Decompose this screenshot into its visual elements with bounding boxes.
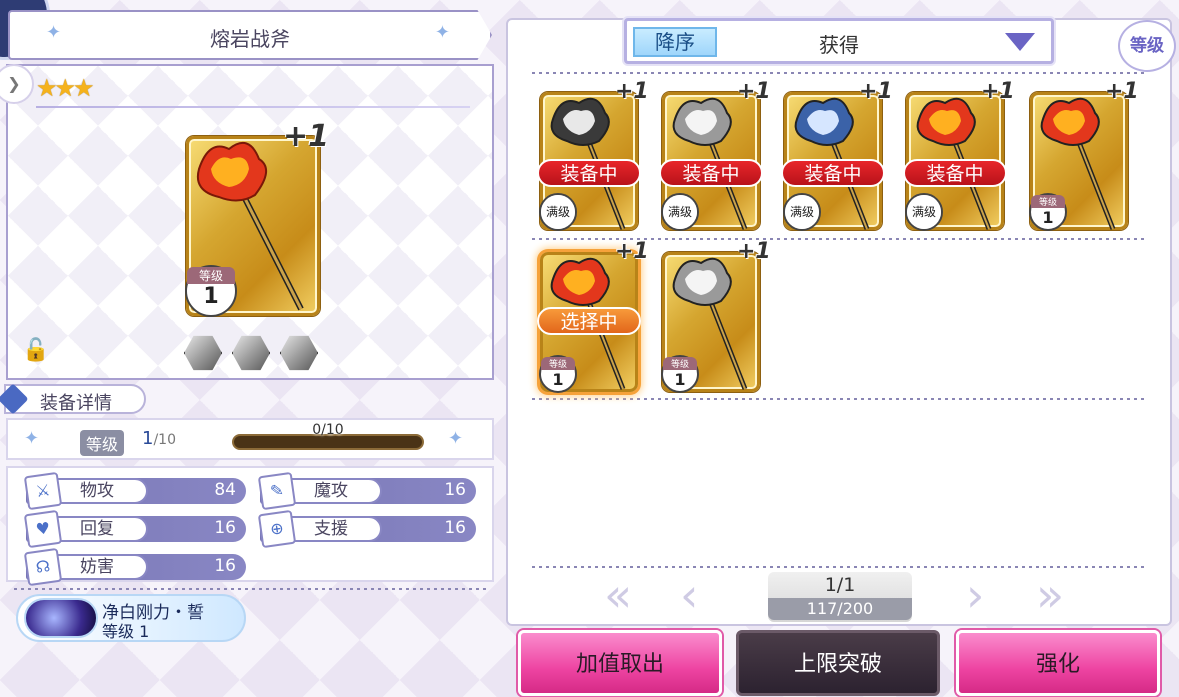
plus-label: +1 bbox=[737, 79, 771, 104]
divider bbox=[14, 588, 486, 590]
level-badge-label: 满级 bbox=[541, 195, 575, 229]
level-badge: 满级 bbox=[905, 193, 943, 231]
equipment-card[interactable]: +1 装备中满级 bbox=[903, 79, 1015, 231]
sparkle-icon: ✦ bbox=[434, 22, 450, 43]
preview-card: +1 等级 1 bbox=[185, 119, 329, 317]
plus-label: +1 bbox=[859, 79, 893, 104]
page-number: 1/1 bbox=[824, 574, 856, 596]
equipped-badge: 装备中 bbox=[903, 159, 1007, 187]
item-count: 117/200 bbox=[768, 598, 912, 620]
level-row: ✦ 等级 1/10 0/10 ✦ bbox=[6, 418, 494, 460]
stat-support: 支援 ⊕ 16 bbox=[257, 509, 476, 549]
divider bbox=[532, 398, 1148, 400]
withdraw-plus-button[interactable]: 加值取出 bbox=[518, 630, 722, 696]
limit-break-button[interactable]: 上限突破 bbox=[736, 630, 940, 696]
stat-recovery: 回复 ♥ 16 bbox=[23, 509, 246, 549]
equipped-badge: 装备中 bbox=[659, 159, 763, 187]
level-badge: 满级 bbox=[783, 193, 821, 231]
target-icon: ⊕ bbox=[257, 509, 297, 549]
plus-label: +1 bbox=[981, 79, 1015, 104]
level-badge: 等级 1 bbox=[661, 355, 699, 393]
equipped-badge: 装备中 bbox=[537, 159, 641, 187]
equipment-preview: ★★★ +1 等级 1 🔓 bbox=[6, 64, 494, 380]
level-badge-label: 满级 bbox=[663, 195, 697, 229]
prev-page-icon[interactable]: ‹ bbox=[680, 572, 698, 618]
next-page-icon[interactable]: › bbox=[966, 572, 984, 618]
level-tag: 等级 bbox=[80, 430, 125, 456]
equipment-card[interactable]: +1 装备中满级 bbox=[537, 79, 649, 231]
enhance-button[interactable]: 强化 bbox=[956, 630, 1160, 696]
equipment-card[interactable]: +1 装备中满级 bbox=[659, 79, 771, 231]
gem-slot[interactable] bbox=[184, 335, 222, 371]
rarity-stars: ★★★ bbox=[36, 74, 95, 102]
sort-criteria[interactable]: 获得 bbox=[627, 29, 1051, 58]
skill-level: 等级 1 bbox=[102, 622, 150, 641]
level-badge-value: 1 bbox=[674, 370, 686, 389]
sort-bar[interactable]: 降序 获得 bbox=[624, 18, 1054, 64]
plus-label: +1 bbox=[615, 79, 649, 104]
equipment-card[interactable]: +1 选择中等级 1 bbox=[537, 239, 649, 393]
section-header-label: 装备详情 bbox=[40, 393, 112, 414]
plus-label: +1 bbox=[283, 119, 330, 154]
first-page-icon[interactable]: « bbox=[604, 572, 632, 618]
equipment-details-icon bbox=[0, 383, 29, 415]
page-indicator: 1/1 117/200 bbox=[768, 572, 912, 622]
stat-magic-attack: 魔攻 ✎ 16 bbox=[257, 471, 476, 511]
level-badge-label: 等级 bbox=[541, 357, 575, 370]
equipment-card[interactable]: +1 等级 1 bbox=[1029, 79, 1139, 231]
level-badge: 等级 1 bbox=[1029, 193, 1067, 231]
level-badge-value: 1 bbox=[552, 370, 564, 389]
sparkle-icon: ✦ bbox=[24, 428, 40, 449]
selected-badge: 选择中 bbox=[537, 307, 641, 335]
sword-icon: ⚔ bbox=[23, 471, 63, 511]
level-filter-button[interactable]: 等级 bbox=[1118, 20, 1176, 72]
level-badge-label: 满级 bbox=[785, 195, 819, 229]
stats-panel: 物攻 ⚔ 84 魔攻 ✎ 16 回复 ♥ 16 支援 ⊕ 16 妨害 ☊ 16 bbox=[6, 466, 494, 587]
skill-icon bbox=[24, 598, 98, 638]
skill-badge[interactable]: 净白刚力・誓 等级 1 bbox=[16, 594, 246, 642]
level-badge-label: 等级 bbox=[187, 267, 235, 284]
level-badge: 满级 bbox=[539, 193, 577, 231]
exp-text: 0/10 bbox=[312, 422, 344, 438]
level-badge-value: 1 bbox=[1042, 208, 1054, 227]
plus-label: +1 bbox=[737, 239, 771, 264]
level-badge-label: 等级 bbox=[663, 357, 697, 370]
equipped-badge: 装备中 bbox=[781, 159, 885, 187]
gem-slot[interactable] bbox=[280, 335, 318, 371]
divider bbox=[36, 106, 470, 108]
plus-label: +1 bbox=[615, 239, 649, 264]
stat-disrupt: 妨害 ☊ 16 bbox=[23, 547, 246, 587]
gem-slot[interactable] bbox=[232, 335, 270, 371]
equipment-title: 熔岩战斧 bbox=[210, 27, 290, 51]
sparkle-icon: ✦ bbox=[448, 428, 464, 449]
stat-physical-attack: 物攻 ⚔ 84 bbox=[23, 471, 246, 511]
level-badge-label: 满级 bbox=[907, 195, 941, 229]
last-page-icon[interactable]: » bbox=[1036, 572, 1064, 618]
level-badge: 满级 bbox=[661, 193, 699, 231]
level-badge: 等级 1 bbox=[539, 355, 577, 393]
section-header: 装备详情 bbox=[0, 383, 146, 415]
title-bar: ✦ 熔岩战斧 ✦ bbox=[8, 10, 492, 60]
level-badge: 等级 1 bbox=[185, 265, 237, 317]
equipment-card[interactable]: +1 装备中满级 bbox=[781, 79, 893, 231]
heart-icon: ♥ bbox=[23, 509, 63, 549]
divider bbox=[532, 72, 1148, 74]
level-badge-value: 1 bbox=[203, 284, 219, 309]
wand-icon: ✎ bbox=[257, 471, 297, 511]
level-badge-label: 等级 bbox=[1031, 195, 1065, 208]
lock-icon[interactable]: 🔓 bbox=[22, 338, 49, 363]
level-value: 1/10 bbox=[142, 428, 176, 449]
disrupt-icon: ☊ bbox=[23, 547, 63, 587]
plus-label: +1 bbox=[1105, 79, 1139, 104]
equipment-card[interactable]: +1 等级 1 bbox=[661, 239, 771, 393]
